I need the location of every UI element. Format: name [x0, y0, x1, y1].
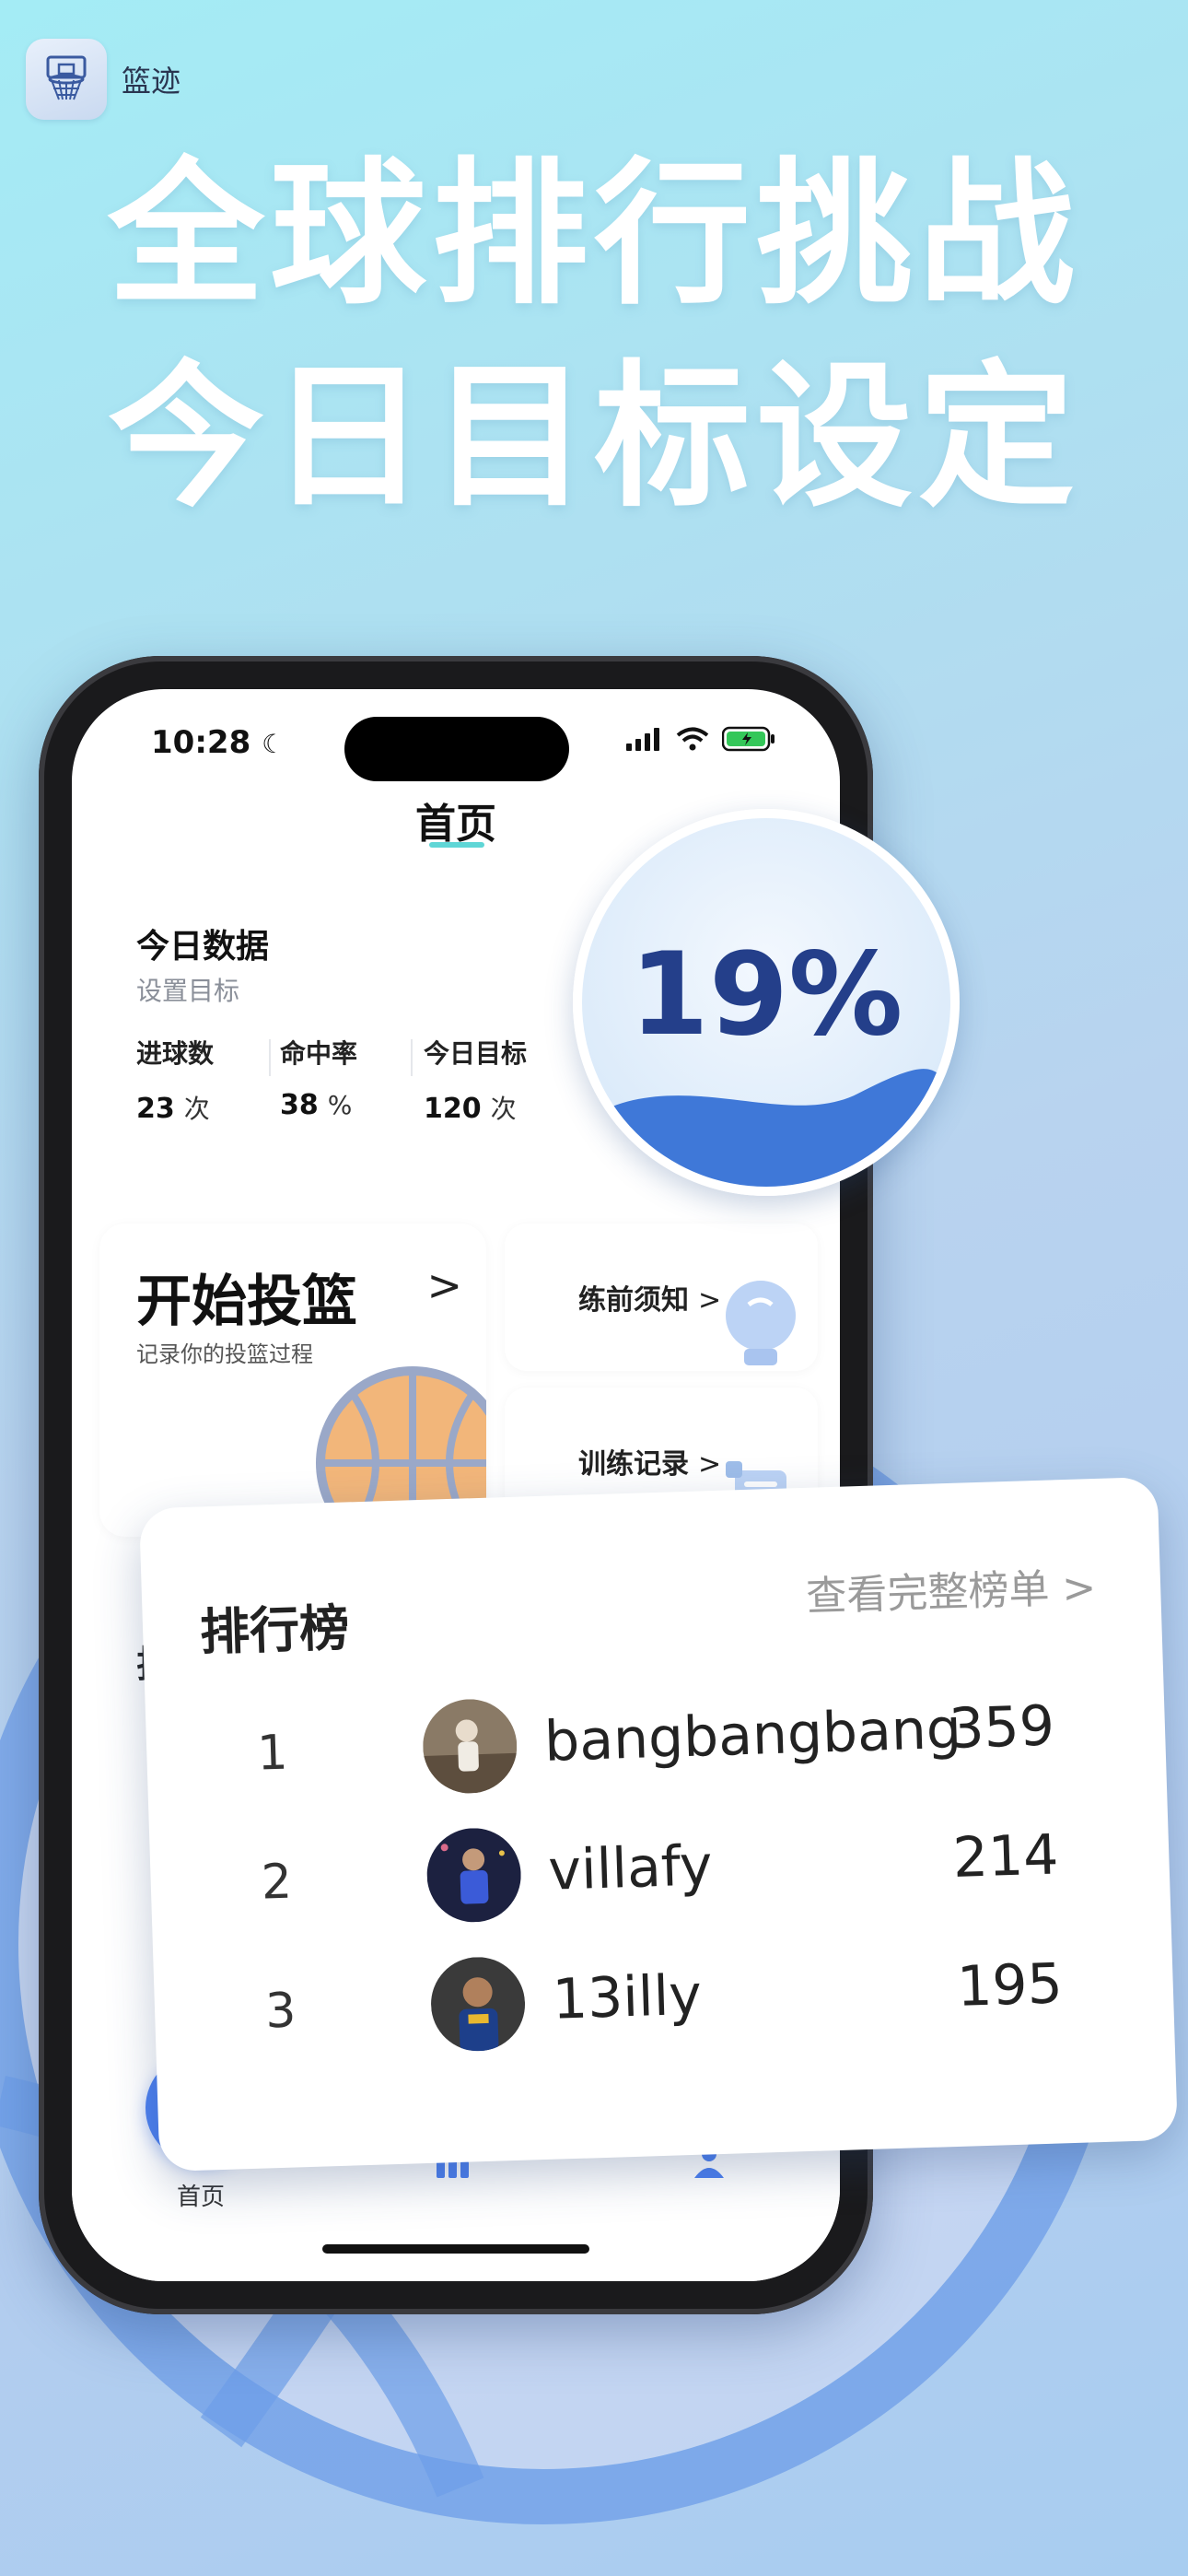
headline-line2: 今日目标设定 [107, 346, 1080, 529]
stat-value: 23 次 [136, 1089, 214, 1126]
pre-training-tips-card[interactable]: 练前须知 > [505, 1224, 818, 1371]
battery-icon [722, 726, 775, 752]
avatar [429, 1955, 527, 2053]
avatar [421, 1697, 518, 1795]
stat-divider [411, 1039, 413, 1076]
stat-divider [269, 1039, 271, 1076]
leaderboard-title: 排行榜 [199, 1598, 351, 1662]
dynamic-island [344, 717, 569, 781]
start-shooting-subtitle: 记录你的投篮过程 [136, 1341, 313, 1367]
stat-value: 38% [280, 1089, 357, 1121]
stat-value: 120 次 [424, 1089, 527, 1126]
player-score: 359 [948, 1693, 1055, 1762]
training-records-label: 训练记录 > [578, 1441, 721, 1481]
lightbulb-icon [726, 1281, 796, 1365]
app-badge: 篮迹 [26, 39, 181, 120]
view-full-leaderboard-link[interactable]: 查看完整榜单 > [805, 1554, 1097, 1622]
rank-number: 1 [256, 1725, 289, 1782]
progress-wave-fill [582, 1069, 950, 1187]
stat-unit: % [327, 1090, 353, 1120]
basketball-hoop-icon [26, 39, 107, 120]
player-score: 195 [956, 1951, 1064, 2020]
leaderboard-card: 排行榜 查看完整榜单 > 1 bangbangbang 359 2 villaf… [138, 1476, 1179, 2172]
stat-goals: 进球数 23 次 [136, 1034, 214, 1126]
chevron-right-icon: > [426, 1260, 462, 1310]
wifi-icon [676, 727, 709, 751]
rank-number: 2 [260, 1854, 293, 1911]
status-time: 10:28 ☾ [151, 724, 285, 761]
avatar [425, 1826, 523, 1924]
leaderboard-row[interactable]: 2 villafy 214 [149, 1799, 1171, 1942]
status-time-text: 10:28 [151, 724, 251, 761]
start-shooting-card[interactable]: 开始投篮 > 记录你的投篮过程 [99, 1224, 486, 1537]
page-title-underline [429, 842, 484, 848]
rank-number: 3 [264, 1983, 297, 2040]
stat-label: 今日目标 [424, 1038, 528, 1069]
moon-icon: ☾ [262, 729, 285, 759]
stat-number: 23 [136, 1093, 175, 1125]
signal-icon [626, 728, 659, 751]
leaderboard-row[interactable]: 3 13illy 195 [153, 1928, 1174, 2071]
home-indicator [322, 2244, 589, 2254]
stat-accuracy: 命中率 38% [280, 1034, 357, 1121]
stat-number: 38 [280, 1089, 319, 1121]
stat-unit: 次 [183, 1094, 210, 1124]
stat-unit: 次 [490, 1094, 517, 1124]
tab-home-label: 首页 [176, 2184, 225, 2211]
card-label-text: 练前须知 [578, 1284, 689, 1317]
stat-label: 进球数 [136, 1038, 215, 1069]
stat-number: 120 [424, 1093, 482, 1125]
stat-label: 命中率 [280, 1038, 358, 1069]
status-icons [626, 726, 775, 752]
start-shooting-title: 开始投篮 [136, 1270, 357, 1334]
goal-progress-circle: 19% [573, 809, 960, 1196]
player-name: 13illy [551, 1962, 703, 2032]
card-label-text: 训练记录 [578, 1448, 689, 1481]
today-data-title: 今日数据 [136, 928, 270, 966]
set-goal-link[interactable]: 设置目标 [136, 971, 239, 1008]
leaderboard-row[interactable]: 1 bangbangbang 359 [146, 1670, 1167, 1813]
app-name: 篮迹 [122, 64, 181, 99]
stat-daily-goal: 今日目标 120 次 [424, 1034, 527, 1126]
player-score: 214 [951, 1822, 1060, 1891]
pre-training-tips-label: 练前须知 > [578, 1277, 721, 1317]
player-name: bangbangbang [543, 1696, 962, 1774]
player-name: villafy [547, 1833, 714, 1903]
progress-percent: 19% [629, 929, 903, 1061]
status-bar: 10:28 ☾ [72, 711, 840, 785]
headline-line1: 全球排行挑战 [107, 144, 1080, 326]
